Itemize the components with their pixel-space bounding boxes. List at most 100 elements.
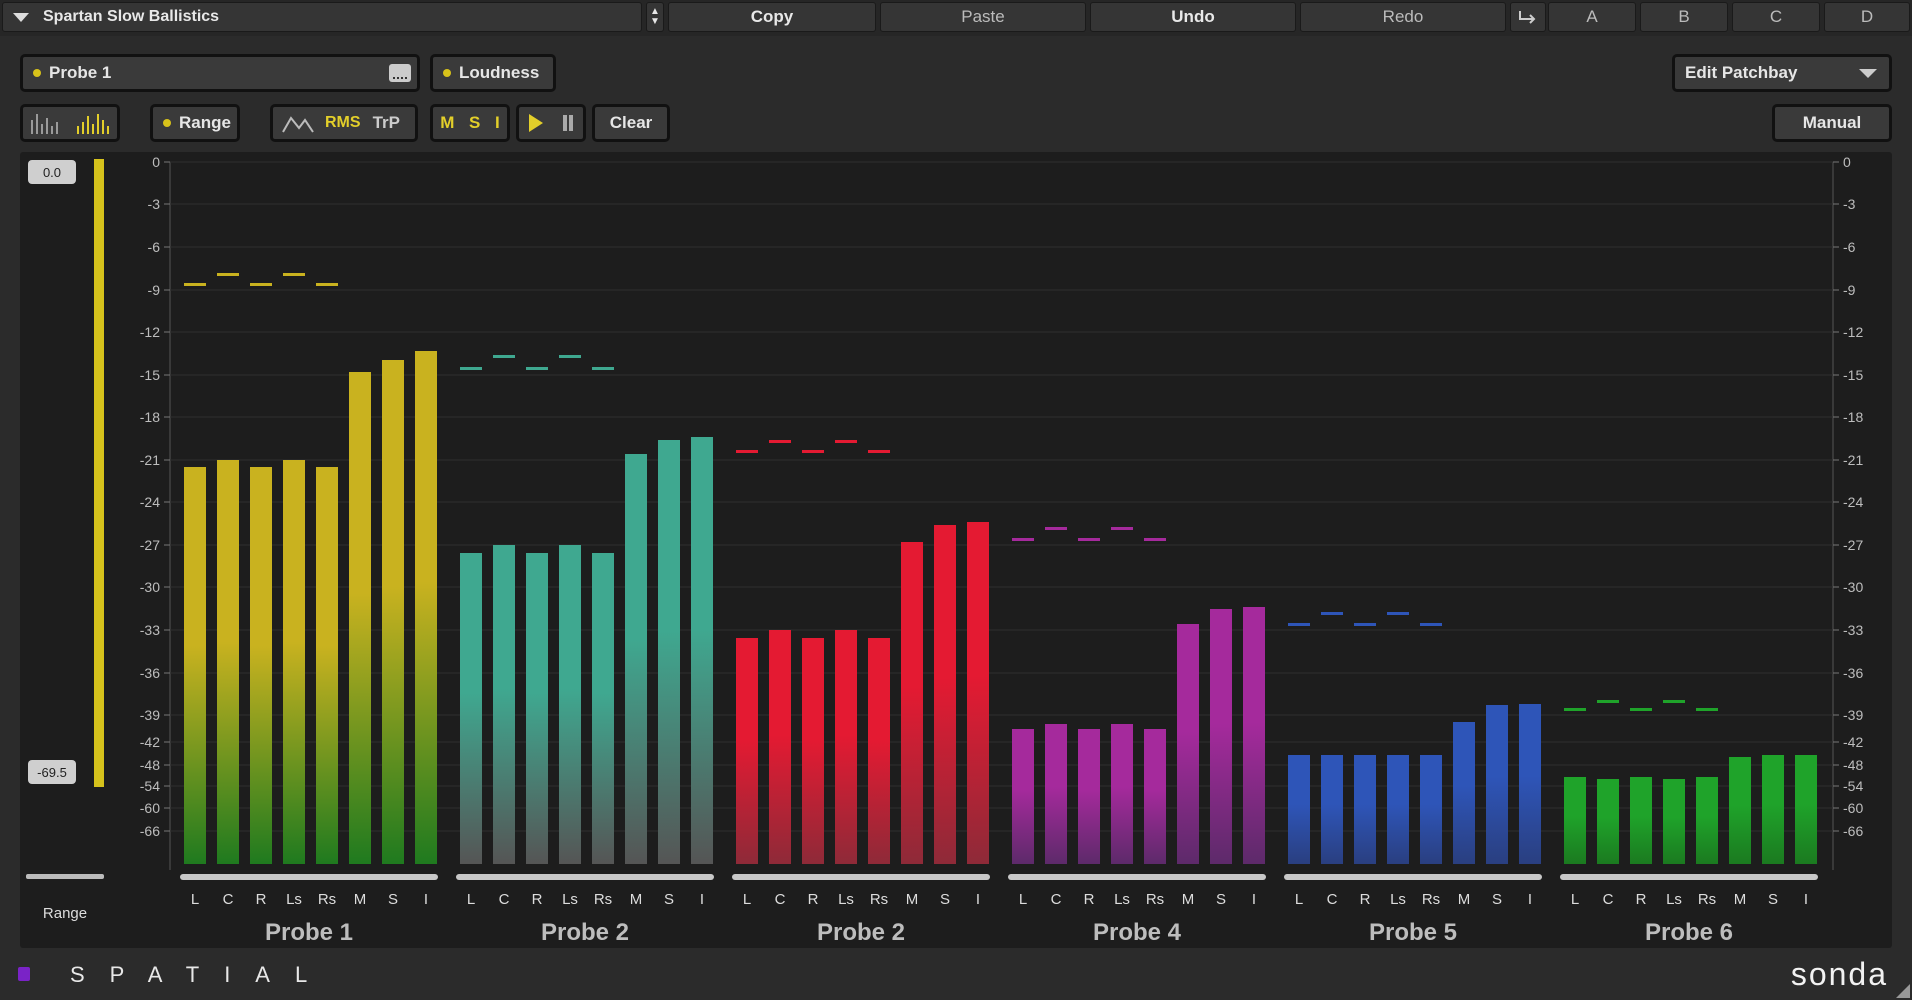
channel-label: L bbox=[1019, 891, 1027, 908]
ballistics-selector[interactable]: RMS TrP bbox=[270, 104, 418, 142]
trp-label[interactable]: TrP bbox=[373, 113, 400, 133]
channel-label: I bbox=[1252, 891, 1256, 908]
bar-s bbox=[1762, 755, 1784, 864]
bar-ls bbox=[283, 460, 305, 864]
tick-label-left: -54 bbox=[140, 778, 160, 794]
msi-selector[interactable]: M S I bbox=[430, 104, 510, 142]
manual-button[interactable]: Manual bbox=[1772, 104, 1892, 142]
play-icon[interactable] bbox=[529, 114, 543, 132]
slot-a-button[interactable]: A bbox=[1548, 2, 1636, 32]
range-top-value: 0.0 bbox=[43, 165, 61, 180]
channel-label: L bbox=[1571, 891, 1579, 908]
keyboard-icon[interactable] bbox=[389, 64, 411, 82]
peak-marker bbox=[316, 283, 338, 286]
probe-scrollbar[interactable] bbox=[732, 874, 990, 880]
bar-r bbox=[526, 553, 548, 864]
probe-scrollbar[interactable] bbox=[1560, 874, 1818, 880]
bar-rs bbox=[592, 553, 614, 864]
m-toggle[interactable]: M bbox=[440, 113, 454, 133]
channel-label: Ls bbox=[1114, 891, 1130, 908]
transport-controls bbox=[516, 104, 586, 142]
tick-label-left: -36 bbox=[140, 665, 160, 681]
channel-label: C bbox=[499, 891, 510, 908]
bar-c bbox=[493, 545, 515, 864]
peak-marker bbox=[868, 450, 890, 453]
edit-patchbay-dropdown[interactable]: Edit Patchbay bbox=[1672, 54, 1892, 92]
channel-label: Ls bbox=[286, 891, 302, 908]
rms-label[interactable]: RMS bbox=[325, 114, 361, 132]
channel-label: I bbox=[1804, 891, 1808, 908]
bar-l bbox=[460, 553, 482, 864]
range-scrollbar[interactable] bbox=[26, 874, 104, 879]
channel-label: C bbox=[223, 891, 234, 908]
slot-d-button[interactable]: D bbox=[1824, 2, 1910, 32]
probe-group-label: Probe 6 bbox=[1645, 919, 1733, 946]
bar-ls bbox=[1111, 724, 1133, 864]
bar-s bbox=[934, 525, 956, 864]
channel-label: C bbox=[1327, 891, 1338, 908]
probe-scrollbar[interactable] bbox=[1008, 874, 1266, 880]
bar-view-toggle[interactable] bbox=[20, 104, 120, 142]
channel-label: S bbox=[940, 891, 950, 908]
peak-marker bbox=[1144, 538, 1166, 541]
preset-stepper[interactable]: ▲ ▼ bbox=[646, 2, 664, 32]
channel-label: I bbox=[700, 891, 704, 908]
probe-selector[interactable]: Probe 1 bbox=[20, 54, 420, 92]
probe-group-label: Probe 4 bbox=[1093, 919, 1182, 946]
bar-rs bbox=[868, 638, 890, 864]
slot-c-button[interactable]: C bbox=[1732, 2, 1820, 32]
bar-l bbox=[1288, 755, 1310, 864]
probe-scrollbar[interactable] bbox=[180, 874, 438, 880]
probe-scrollbar[interactable] bbox=[1284, 874, 1542, 880]
copy-button[interactable]: Copy bbox=[668, 2, 876, 32]
peak-marker bbox=[1387, 612, 1409, 615]
preset-selector[interactable]: Spartan Slow Ballistics bbox=[2, 2, 642, 32]
bar-rs bbox=[1696, 777, 1718, 864]
bar-ls bbox=[835, 630, 857, 864]
peak-marker bbox=[250, 283, 272, 286]
probe-group-label: Probe 1 bbox=[265, 919, 353, 946]
spatial-brand: SPATIAL bbox=[70, 962, 333, 987]
redo-button[interactable]: Redo bbox=[1300, 2, 1506, 32]
clear-button[interactable]: Clear bbox=[592, 104, 670, 142]
tick-label-left: -21 bbox=[140, 452, 160, 468]
loudness-button[interactable]: Loudness bbox=[430, 54, 556, 92]
probe-group-label: Probe 2 bbox=[817, 919, 905, 946]
peak-marker bbox=[493, 355, 515, 358]
peak-marker bbox=[1288, 623, 1310, 626]
tick-label-right: -36 bbox=[1843, 665, 1863, 681]
tick-label-right: -6 bbox=[1843, 239, 1856, 255]
loudness-led-icon bbox=[443, 69, 451, 77]
peak-marker bbox=[1012, 538, 1034, 541]
slot-b-button[interactable]: B bbox=[1640, 2, 1728, 32]
channel-label: L bbox=[743, 891, 751, 908]
tick-label-left: -9 bbox=[148, 282, 161, 298]
range-slider-track[interactable] bbox=[94, 159, 104, 787]
tick-label-left: -30 bbox=[140, 579, 160, 595]
bar-i bbox=[415, 351, 437, 864]
i-toggle[interactable]: I bbox=[495, 113, 500, 133]
paste-button[interactable]: Paste bbox=[880, 2, 1086, 32]
range-top-handle[interactable]: 0.0 bbox=[28, 160, 76, 184]
peak-marker bbox=[802, 450, 824, 453]
pause-icon[interactable] bbox=[563, 115, 573, 131]
tick-label-right: -21 bbox=[1843, 452, 1863, 468]
channel-label: R bbox=[256, 891, 267, 908]
channel-label: I bbox=[1528, 891, 1532, 908]
undo-button[interactable]: Undo bbox=[1090, 2, 1296, 32]
peak-marker bbox=[217, 273, 239, 276]
peak-marker bbox=[1111, 527, 1133, 530]
bar-m bbox=[1453, 722, 1475, 864]
channel-label: Ls bbox=[838, 891, 854, 908]
range-bottom-handle[interactable]: -69.5 bbox=[28, 760, 76, 784]
probe-scrollbar[interactable] bbox=[456, 874, 714, 880]
compare-arrow-icon[interactable] bbox=[1510, 2, 1546, 32]
resize-handle-icon[interactable] bbox=[1896, 984, 1910, 998]
tick-label-right: -66 bbox=[1843, 823, 1863, 839]
s-toggle[interactable]: S bbox=[469, 113, 480, 133]
bar-ls bbox=[559, 545, 581, 864]
bar-l bbox=[184, 467, 206, 864]
bar-i bbox=[1795, 755, 1817, 864]
range-button[interactable]: Range bbox=[150, 104, 240, 142]
channel-label: Rs bbox=[1698, 891, 1716, 908]
